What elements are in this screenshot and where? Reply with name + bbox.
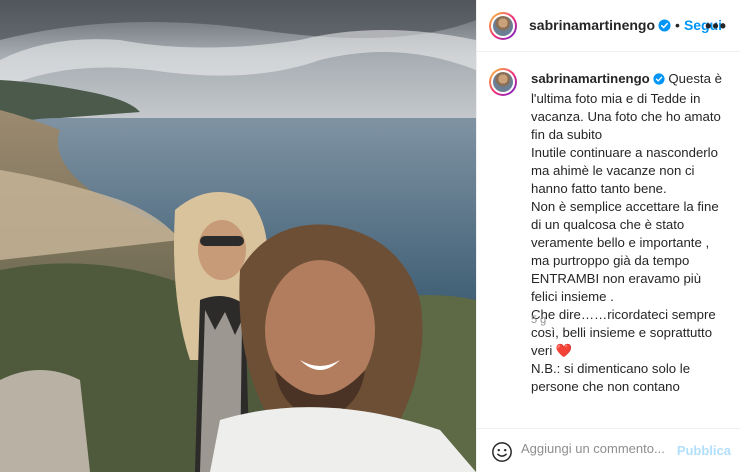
- separator-dot: •: [675, 17, 680, 33]
- caption-avatar[interactable]: [489, 68, 517, 96]
- smile-icon[interactable]: [491, 441, 513, 468]
- more-horizontal-icon[interactable]: •••: [705, 16, 727, 37]
- post-photo[interactable]: [0, 0, 476, 472]
- verified-badge-icon: [658, 19, 671, 37]
- comment-bar: Pubblica: [477, 428, 740, 472]
- avatar[interactable]: [489, 12, 517, 40]
- selfie-couple-seaside-image: [0, 0, 476, 472]
- publish-button[interactable]: Pubblica: [677, 443, 731, 458]
- post-header: sabrinamartinengo • Segui •••: [477, 0, 740, 52]
- verified-badge-icon: [653, 72, 665, 90]
- post-caption: sabrinamartinengo Questa è l'ultima foto…: [531, 70, 731, 396]
- post-timestamp[interactable]: 5 g: [531, 314, 546, 326]
- comment-input[interactable]: [521, 441, 681, 456]
- username-link[interactable]: sabrinamartinengo: [529, 17, 655, 33]
- caption-username-link[interactable]: sabrinamartinengo: [531, 71, 650, 86]
- comments-area: sabrinamartinengo Questa è l'ultima foto…: [477, 52, 740, 428]
- post-sidebar: sabrinamartinengo • Segui ••• sabrinamarti…: [476, 0, 740, 472]
- caption-text: Questa è l'ultima foto mia e di Tedde in…: [531, 71, 722, 394]
